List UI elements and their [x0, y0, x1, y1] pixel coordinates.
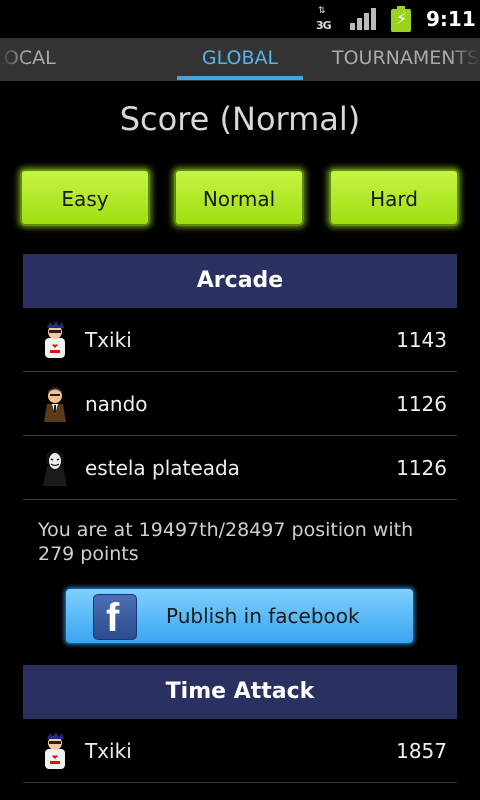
- player-name: Txiki: [85, 739, 132, 763]
- tab-bar: LOCAL GLOBAL TOURNAMENTS: [0, 38, 480, 81]
- leaderboard-row[interactable]: estela plateada 1126: [23, 436, 457, 500]
- page-title: Score (Normal): [119, 100, 361, 138]
- publish-facebook-button[interactable]: f Publish in facebook: [65, 588, 414, 644]
- time-attack-header: Time Attack: [23, 665, 457, 719]
- leaderboard-row[interactable]: Txiki 1143: [23, 308, 457, 372]
- avatar-i-love-icon: [45, 321, 65, 358]
- selected-tab-indicator: [177, 76, 303, 80]
- normal-button[interactable]: Normal: [174, 169, 304, 226]
- arcade-header: Arcade: [23, 254, 457, 308]
- tab-global[interactable]: GLOBAL: [177, 38, 303, 81]
- player-score: 1143: [396, 328, 447, 352]
- publish-facebook-label: Publish in facebook: [166, 604, 360, 628]
- data-activity-icon: ⇅ 3G: [316, 6, 332, 33]
- clock: 9:11: [426, 7, 476, 31]
- tab-global-label: GLOBAL: [201, 47, 279, 69]
- player-score: 1126: [396, 392, 447, 416]
- network-type-label: 3G: [316, 19, 332, 32]
- player-score: 1857: [396, 739, 447, 763]
- easy-button[interactable]: Easy: [20, 169, 150, 226]
- player-name: nando: [85, 392, 148, 416]
- avatar-i-love-icon: [45, 732, 65, 769]
- position-summary: You are at 19497th/28497 position with 2…: [38, 519, 414, 565]
- leaderboard-row[interactable]: nando 1126: [23, 372, 457, 436]
- leaderboard-row[interactable]: Txiki 1857: [23, 719, 457, 783]
- tab-fade-right: [450, 38, 480, 81]
- facebook-icon: f: [93, 594, 137, 640]
- hard-button[interactable]: Hard: [329, 169, 459, 226]
- avatar-mask-icon: [43, 448, 67, 486]
- player-score: 1126: [396, 456, 447, 480]
- status-bar: ⇅ 3G ⚡ 9:11: [0, 0, 480, 38]
- avatar-suit-icon: [44, 387, 66, 422]
- player-name: Txiki: [85, 328, 132, 352]
- player-name: estela plateada: [85, 456, 240, 480]
- battery-charging-icon: ⚡: [391, 6, 411, 32]
- signal-icon: [350, 8, 376, 30]
- tab-fade-left: [0, 38, 26, 81]
